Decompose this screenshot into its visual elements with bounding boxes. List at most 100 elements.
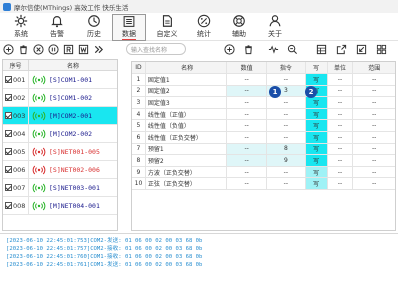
cell-unit: -- [328, 131, 354, 143]
collapse-button[interactable] [92, 43, 105, 56]
cell-command[interactable]: 8 [267, 143, 306, 155]
device-checkbox[interactable] [5, 76, 12, 83]
device-checkbox[interactable] [5, 112, 12, 119]
device-checkbox[interactable] [5, 94, 12, 101]
nav-alarm[interactable]: 告警 [40, 14, 74, 41]
trash-icon [20, 44, 27, 54]
cell-value[interactable]: -- [227, 166, 267, 178]
table-grid-icon [316, 44, 327, 55]
table-row[interactable]: 2固定值2--3写---- [132, 85, 395, 98]
device-name-cell: [M]COM2-002 [29, 129, 92, 139]
cell-value[interactable]: -- [227, 120, 267, 131]
device-name-cell: [S]NET001-005 [29, 147, 100, 157]
nav-custom[interactable]: 自定义 [150, 14, 184, 41]
cell-value[interactable]: -- [227, 85, 267, 97]
device-checkbox[interactable] [5, 166, 12, 173]
add-device-button[interactable] [2, 43, 15, 56]
layout-button[interactable] [375, 43, 388, 56]
device-checkbox[interactable] [5, 184, 12, 191]
nav-about[interactable]: 关于 [258, 14, 292, 41]
write-button[interactable] [77, 43, 90, 56]
device-row[interactable]: 006 [S]NET002-006 [3, 161, 117, 179]
cell-range: -- [372, 98, 377, 106]
write-cell-button[interactable]: 写 [305, 178, 328, 189]
cell-value[interactable]: -- [227, 108, 267, 120]
nav-data[interactable]: 数据 [112, 14, 146, 41]
device-checkbox[interactable] [5, 148, 12, 155]
device-number: 002 [13, 93, 26, 102]
add-register-button[interactable] [223, 43, 236, 56]
cell-value[interactable]: -- [227, 131, 267, 143]
read-button[interactable] [62, 43, 75, 56]
waveform-button[interactable] [267, 43, 280, 56]
table-row[interactable]: 8 预留2 -- 9 写 -- -- [132, 155, 395, 167]
cell-value[interactable]: -- [227, 74, 267, 85]
nav-statistics[interactable]: 统计 [187, 14, 221, 41]
delete-device-button[interactable] [17, 43, 30, 56]
nav-system[interactable]: 系统 [4, 14, 38, 41]
device-row[interactable]: 001 [S]COM1-001 [3, 71, 117, 89]
cell-value[interactable]: -- [227, 97, 267, 108]
main-nav: 系统 告警 历史 数据 自定义 统计 辅助 关于 [0, 13, 398, 41]
cell-range: -- [372, 75, 377, 83]
device-checkbox[interactable] [5, 202, 12, 209]
device-name-cell: [S]NET003-001 [29, 183, 100, 193]
signal-online-icon [32, 93, 46, 102]
nav-history[interactable]: 历史 [77, 14, 111, 41]
zoom-button[interactable] [286, 43, 299, 56]
write-cell-button[interactable]: 写 [305, 74, 328, 85]
cell-command[interactable]: -- [267, 178, 306, 189]
cell-id: 4 [132, 108, 146, 120]
cell-command[interactable]: -- [267, 97, 306, 108]
cell-command[interactable]: -- [267, 131, 306, 143]
data-list-icon [123, 16, 135, 27]
write-cell-button[interactable]: 写 [305, 155, 328, 166]
device-checkbox[interactable] [5, 130, 12, 137]
log-line: [2023-06-10 22:45:01:760]COM1-接收: 01 06 … [6, 254, 203, 260]
table-row[interactable]: 3 固定值3 -- -- 写 -- -- [132, 97, 395, 109]
cell-range: -- [372, 156, 377, 164]
device-row[interactable]: 004 [M]COM2-002 [3, 125, 117, 143]
device-row-no: 002 [3, 89, 29, 106]
delete-register-button[interactable] [242, 43, 255, 56]
write-cell-button[interactable]: 写 [305, 166, 328, 178]
stop-button[interactable] [32, 43, 45, 56]
table-row[interactable]: 6 线性值（正负交替） -- -- 写 -- -- [132, 131, 395, 144]
device-row-no: 005 [3, 143, 29, 160]
write-cell-button[interactable]: 写 [305, 120, 328, 131]
history-clock-icon [88, 15, 100, 27]
write-cell-button[interactable]: 写 [305, 97, 328, 108]
import-button[interactable] [355, 43, 368, 56]
device-row[interactable]: 007 [S]NET003-001 [3, 179, 117, 197]
device-row[interactable]: 005 [S]NET001-005 [3, 143, 117, 161]
cell-command[interactable]: -- [267, 120, 306, 131]
table-row[interactable]: 9 方波（正负交替） -- -- 写 -- -- [132, 166, 395, 179]
table-row[interactable]: 7 预留1 -- 8 写 -- -- [132, 143, 395, 156]
table-row[interactable]: 4 线性值（正值） -- -- 写 -- -- [132, 108, 395, 121]
cell-command[interactable]: -- [267, 108, 306, 120]
cell-value[interactable]: -- [227, 155, 267, 166]
nav-assist[interactable]: 辅助 [222, 14, 256, 41]
cell-name: 预留1 [146, 143, 228, 155]
cell-unit: -- [328, 178, 354, 189]
cell-command[interactable]: 9 [267, 155, 306, 166]
cell-value[interactable]: -- [227, 143, 267, 155]
search-input[interactable]: 输入查找名称 [126, 43, 186, 55]
table-settings-button[interactable] [315, 43, 328, 56]
write-cell-button[interactable]: 写 [305, 131, 328, 143]
cell-command[interactable]: -- [267, 74, 306, 85]
nav-label: 历史 [87, 30, 101, 38]
pause-button[interactable] [47, 43, 60, 56]
device-row[interactable]: 008 [M]NET004-001 [3, 197, 117, 215]
table-row[interactable]: 10 正弦（正负交替） -- -- 写 -- -- [132, 178, 395, 190]
export-button[interactable] [335, 43, 348, 56]
device-row[interactable]: 003 [M]COM2-001 [3, 107, 117, 125]
write-cell-button[interactable]: 写 [305, 143, 328, 155]
device-row-no: 007 [3, 179, 29, 196]
write-cell-button[interactable]: 写 [305, 108, 328, 120]
device-row[interactable]: 002 [S]COM1-002 [3, 89, 117, 107]
cell-value[interactable]: -- [227, 178, 267, 189]
table-row[interactable]: 1 固定值1 -- -- 写 -- -- [132, 74, 395, 86]
table-row[interactable]: 5 线性值（负值） -- -- 写 -- -- [132, 120, 395, 132]
cell-command[interactable]: -- [267, 166, 306, 178]
